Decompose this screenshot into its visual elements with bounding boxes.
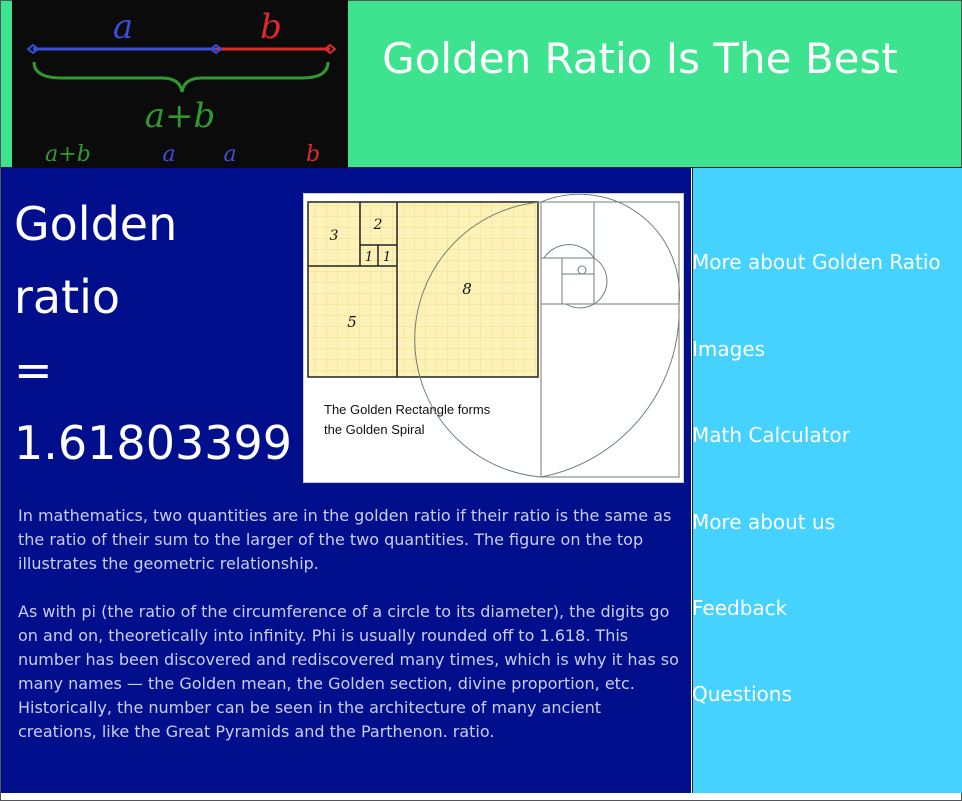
square-label-8: 8	[462, 280, 472, 298]
nav-questions[interactable]: Questions	[692, 682, 792, 706]
square-label-1a: 1	[365, 250, 373, 265]
ratio-label-a-2: a	[223, 142, 236, 167]
heading-line: 1.61803399	[14, 416, 293, 470]
logo-label-b: b	[260, 7, 282, 47]
figure-caption-line-1: The Golden Rectangle forms	[324, 402, 491, 417]
phi-paragraph: As with pi (the ratio of the circumferen…	[18, 602, 679, 741]
golden-ratio-heading: Golden ratio = 1.61803399	[14, 188, 304, 480]
square-label-3: 3	[330, 228, 339, 244]
figure-caption-line-2: the Golden Spiral	[324, 422, 425, 437]
square-label-5: 5	[347, 313, 357, 331]
ratio-label-sum: a+b	[45, 142, 91, 167]
logo-label-sum: a+b	[145, 96, 216, 136]
intro-paragraph: In mathematics, two quantities are in th…	[18, 506, 672, 573]
heading-line: ratio	[14, 270, 121, 324]
ratio-label-a-1: a	[162, 142, 175, 167]
nav-feedback[interactable]: Feedback	[692, 596, 787, 620]
nav-more-about-us[interactable]: More about us	[692, 510, 835, 534]
square-label-2: 2	[373, 217, 383, 233]
nav-more-about-golden-ratio[interactable]: More about Golden Ratio	[692, 250, 941, 274]
logo-label-a: a	[113, 7, 133, 47]
nav-math-calculator[interactable]: Math Calculator	[692, 423, 850, 447]
nav-images[interactable]: Images	[692, 337, 765, 361]
golden-spiral-figure: 3 2 1 1 8 5 The Golden Rectangle forms t…	[307, 193, 680, 478]
square-label-1b: 1	[383, 250, 391, 265]
heading-line: Golden	[14, 197, 178, 251]
sum-brace	[32, 61, 330, 93]
golden-rectangle-image: 3 2 1 1 8 5 The Golden Rectangle forms t…	[303, 193, 684, 483]
ratio-label-b: b	[306, 142, 320, 167]
golden-ratio-diagram: a b a+b a+b a a b	[26, 7, 337, 167]
golden-ratio-logo: a b a+b a+b a a b	[12, 0, 348, 172]
page-title: Golden Ratio Is The Best	[382, 34, 898, 83]
heading-line: =	[14, 343, 53, 397]
golden-rectangle	[307, 201, 539, 378]
